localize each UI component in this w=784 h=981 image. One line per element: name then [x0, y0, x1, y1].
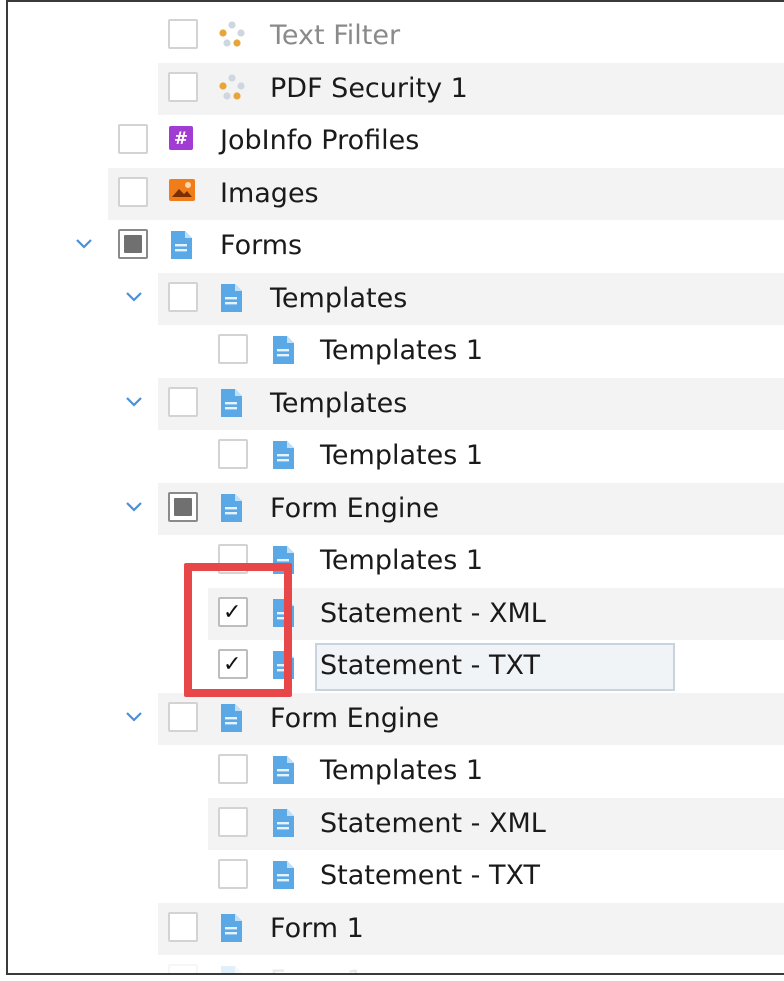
- tree-item[interactable]: Form Engine: [8, 482, 784, 535]
- svg-text:#: #: [174, 129, 188, 149]
- document-icon: [270, 808, 298, 838]
- checkbox[interactable]: [168, 386, 198, 417]
- tree-item[interactable]: Form 1: [8, 902, 784, 955]
- document-icon: [270, 335, 298, 365]
- tree-item[interactable]: Templates: [8, 272, 784, 325]
- tree-item[interactable]: ✓ Statement - XML: [8, 587, 784, 640]
- checkbox[interactable]: [218, 806, 248, 837]
- tree-item-label: Templates: [270, 282, 408, 314]
- tree-item[interactable]: Statement - TXT: [8, 850, 784, 902]
- tree-item-label: Statement - TXT: [320, 860, 540, 891]
- annotation-highlight-box: [184, 563, 292, 697]
- tree-item-label: Statement - TXT: [320, 650, 540, 681]
- document-icon: [270, 440, 298, 470]
- tree-item-label: Templates 1: [320, 440, 484, 471]
- checkbox[interactable]: [118, 124, 148, 154]
- document-icon: [218, 493, 246, 523]
- tree-item[interactable]: Templates 1: [8, 430, 784, 482]
- checkbox[interactable]: [168, 964, 198, 973]
- tree-item-label: Templates 1: [320, 755, 484, 786]
- document-icon: [270, 755, 298, 785]
- chevron-down-icon[interactable]: [72, 232, 96, 256]
- image-icon: [168, 178, 196, 208]
- tree-item-label: Forms: [220, 230, 303, 261]
- chevron-down-icon[interactable]: [122, 495, 146, 519]
- tree-item[interactable]: ✓ Statement - TXT: [8, 640, 784, 692]
- tree-item[interactable]: Templates 1: [8, 535, 784, 587]
- document-icon: [218, 965, 246, 973]
- tree-item-label: Text Filter: [270, 20, 401, 51]
- tree-item-label: Form 1: [270, 955, 364, 973]
- tree-item[interactable]: Forms: [8, 220, 784, 272]
- document-icon: [218, 283, 246, 313]
- checkbox[interactable]: [218, 334, 248, 364]
- tree-item[interactable]: Form 1: [8, 955, 784, 973]
- row-background: [158, 377, 784, 430]
- checkbox[interactable]: [168, 911, 198, 942]
- tree-item-label: Images: [220, 177, 319, 209]
- row-background: [158, 482, 784, 535]
- tree-panel: Text Filter PDF Security 1 # JobInfo Profil…: [6, 0, 784, 975]
- row-background: [158, 692, 784, 745]
- tree-item-label: JobInfo Profiles: [220, 125, 420, 156]
- row-background: [158, 62, 784, 115]
- row-background: [158, 902, 784, 955]
- checkbox[interactable]: [218, 754, 248, 784]
- chevron-down-icon[interactable]: [122, 390, 146, 414]
- document-icon: [168, 230, 196, 260]
- checkbox[interactable]: [168, 71, 198, 102]
- hash-icon: #: [168, 125, 196, 155]
- tree-item-label: PDF Security 1: [270, 72, 468, 104]
- chevron-down-icon[interactable]: [122, 705, 146, 729]
- tree-item-label: Form 1: [270, 912, 364, 944]
- checkbox[interactable]: [218, 439, 248, 469]
- tree-item[interactable]: Templates 1: [8, 745, 784, 797]
- document-icon: [218, 703, 246, 733]
- tree-item[interactable]: # JobInfo Profiles: [8, 115, 784, 167]
- tree-item[interactable]: Form Engine: [8, 692, 784, 745]
- document-icon: [270, 860, 298, 890]
- chevron-down-icon[interactable]: [122, 285, 146, 309]
- checkbox[interactable]: [168, 19, 198, 49]
- checkbox[interactable]: [168, 281, 198, 312]
- checkbox-partial[interactable]: [118, 229, 148, 259]
- document-icon: [218, 913, 246, 943]
- tree-item-label: Statement - XML: [320, 807, 546, 839]
- tree-item[interactable]: Text Filter: [8, 10, 784, 62]
- filter-nodes-icon: [218, 73, 246, 103]
- tree-item[interactable]: Images: [8, 167, 784, 220]
- tree-item[interactable]: Statement - XML: [8, 797, 784, 850]
- filter-nodes-icon: [218, 20, 246, 50]
- row-background: [108, 167, 784, 220]
- tree-item[interactable]: Templates 1: [8, 325, 784, 377]
- tree-item-label: Templates: [270, 387, 408, 419]
- tree-item-label: Form Engine: [270, 492, 440, 524]
- tree-item-label: Form Engine: [270, 702, 440, 734]
- tree-item-label: Statement - XML: [320, 597, 546, 629]
- checkbox[interactable]: [118, 176, 148, 207]
- checkbox-partial[interactable]: [168, 491, 198, 522]
- tree-item[interactable]: PDF Security 1: [8, 62, 784, 115]
- checkbox[interactable]: [218, 859, 248, 889]
- row-background: [158, 272, 784, 325]
- tree-item[interactable]: Templates: [8, 377, 784, 430]
- document-icon: [218, 388, 246, 418]
- tree-item-label: Templates 1: [320, 335, 484, 366]
- tree-item-label: Templates 1: [320, 545, 484, 576]
- checkbox[interactable]: [168, 701, 198, 732]
